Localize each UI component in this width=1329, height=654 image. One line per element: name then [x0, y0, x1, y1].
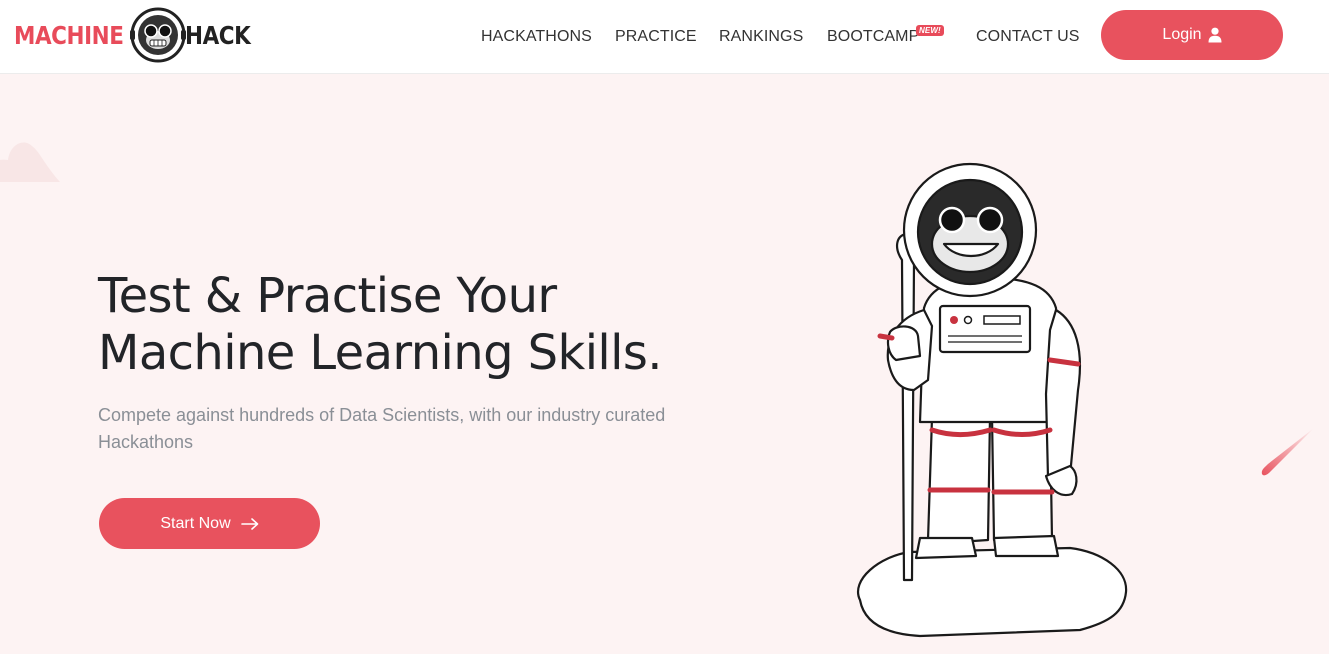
hero-title-line-2: Machine Learning Skills.: [98, 325, 663, 381]
cloud-decoration: [0, 142, 60, 182]
user-icon: [1208, 27, 1222, 43]
nav-item-hackathons[interactable]: HACKATHONS: [481, 28, 592, 46]
new-badge: NEW!: [916, 25, 944, 36]
login-button[interactable]: Login: [1101, 10, 1283, 60]
nav-item-bootcamp[interactable]: BOOTCAMP NEW!: [827, 25, 944, 46]
hero-title-line-1: Test & Practise Your: [98, 268, 557, 324]
start-now-button[interactable]: Start Now: [99, 498, 320, 549]
astronaut-monkey-illustration: [857, 162, 1128, 638]
hero-subtitle: Compete against hundreds of Data Scienti…: [98, 405, 666, 452]
nav-item-bootcamp-label: BOOTCAMP: [827, 28, 920, 45]
nav-item-practice[interactable]: PRACTICE: [615, 28, 697, 46]
nav-item-contact-us[interactable]: CONTACT US: [976, 28, 1080, 46]
nav-item-rankings[interactable]: RANKINGS: [719, 28, 803, 46]
arrow-right-icon: [240, 517, 258, 530]
site-header: MACHINE HACK HACKATHONS PRACTICE RANKING…: [0, 0, 1329, 74]
start-now-label: Start Now: [160, 514, 231, 532]
hero-section: Test & Practise Your Machine Learning Sk…: [0, 74, 1329, 654]
meteor-decoration: [1261, 428, 1314, 476]
login-button-label: Login: [1162, 26, 1202, 43]
hero-title: Test & Practise Your Machine Learning Sk…: [98, 268, 718, 382]
